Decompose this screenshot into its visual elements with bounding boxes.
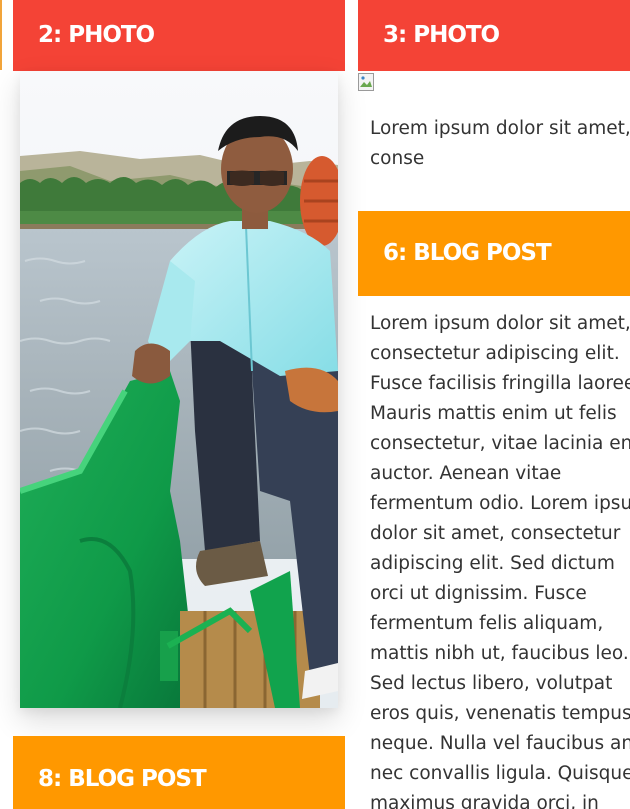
card-6-title: 6: BLOG POST — [383, 240, 552, 266]
body-line: Mauris mattis enim ut felis — [370, 403, 617, 424]
body-line: mattis nibh ut, faucibus leo. — [370, 643, 629, 664]
body-line: fermentum odio. Lorem ipsum — [370, 493, 630, 514]
card-3-title: 3: PHOTO — [383, 22, 500, 48]
excerpt-line: conse — [370, 148, 425, 169]
card-2-photo[interactable] — [20, 71, 338, 708]
boat-photo — [20, 71, 338, 708]
broken-image-icon — [358, 73, 374, 91]
card-3-header[interactable]: 3: PHOTO — [358, 0, 630, 71]
card-2-header[interactable]: 2: PHOTO — [13, 0, 345, 71]
card-8-title: 8: BLOG POST — [38, 766, 207, 792]
body-line: orci ut dignissim. Fusce — [370, 583, 587, 604]
body-line: nec convallis ligula. Quisque — [370, 763, 630, 784]
body-line: consectetur, vitae lacinia enim — [370, 433, 630, 454]
body-line: neque. Nulla vel faucibus ante, — [370, 733, 630, 754]
card-8-header[interactable]: 8: BLOG POST — [13, 736, 345, 809]
body-line: Sed lectus libero, volutpat — [370, 673, 613, 694]
body-line: auctor. Aenean vitae — [370, 463, 562, 484]
card-2-title: 2: PHOTO — [38, 22, 155, 48]
excerpt-line: Lorem ipsum dolor sit amet, — [370, 118, 630, 139]
adjacent-card-edge — [0, 0, 2, 70]
body-line: Fusce facilisis fringilla laoreet. — [370, 373, 630, 394]
body-line: dolor sit amet, consectetur — [370, 523, 621, 544]
body-line: consectetur adipiscing elit. — [370, 343, 620, 364]
body-line: eros quis, venenatis tempus — [370, 703, 630, 724]
body-line: adipiscing elit. Sed dictum — [370, 553, 615, 574]
card-6-body: Lorem ipsum dolor sit amet, consectetur … — [370, 309, 630, 809]
card-3-excerpt: Lorem ipsum dolor sit amet, conse — [370, 114, 630, 174]
body-line: Lorem ipsum dolor sit amet, — [370, 313, 630, 334]
masonry-grid: 2: PHOTO 8: BLOG POST 3: PHOTO Lorem ips… — [0, 0, 630, 809]
body-line: maximus gravida orci, in — [370, 793, 599, 809]
card-6-header[interactable]: 6: BLOG POST — [358, 211, 630, 296]
body-line: fermentum felis aliquam, — [370, 613, 604, 634]
